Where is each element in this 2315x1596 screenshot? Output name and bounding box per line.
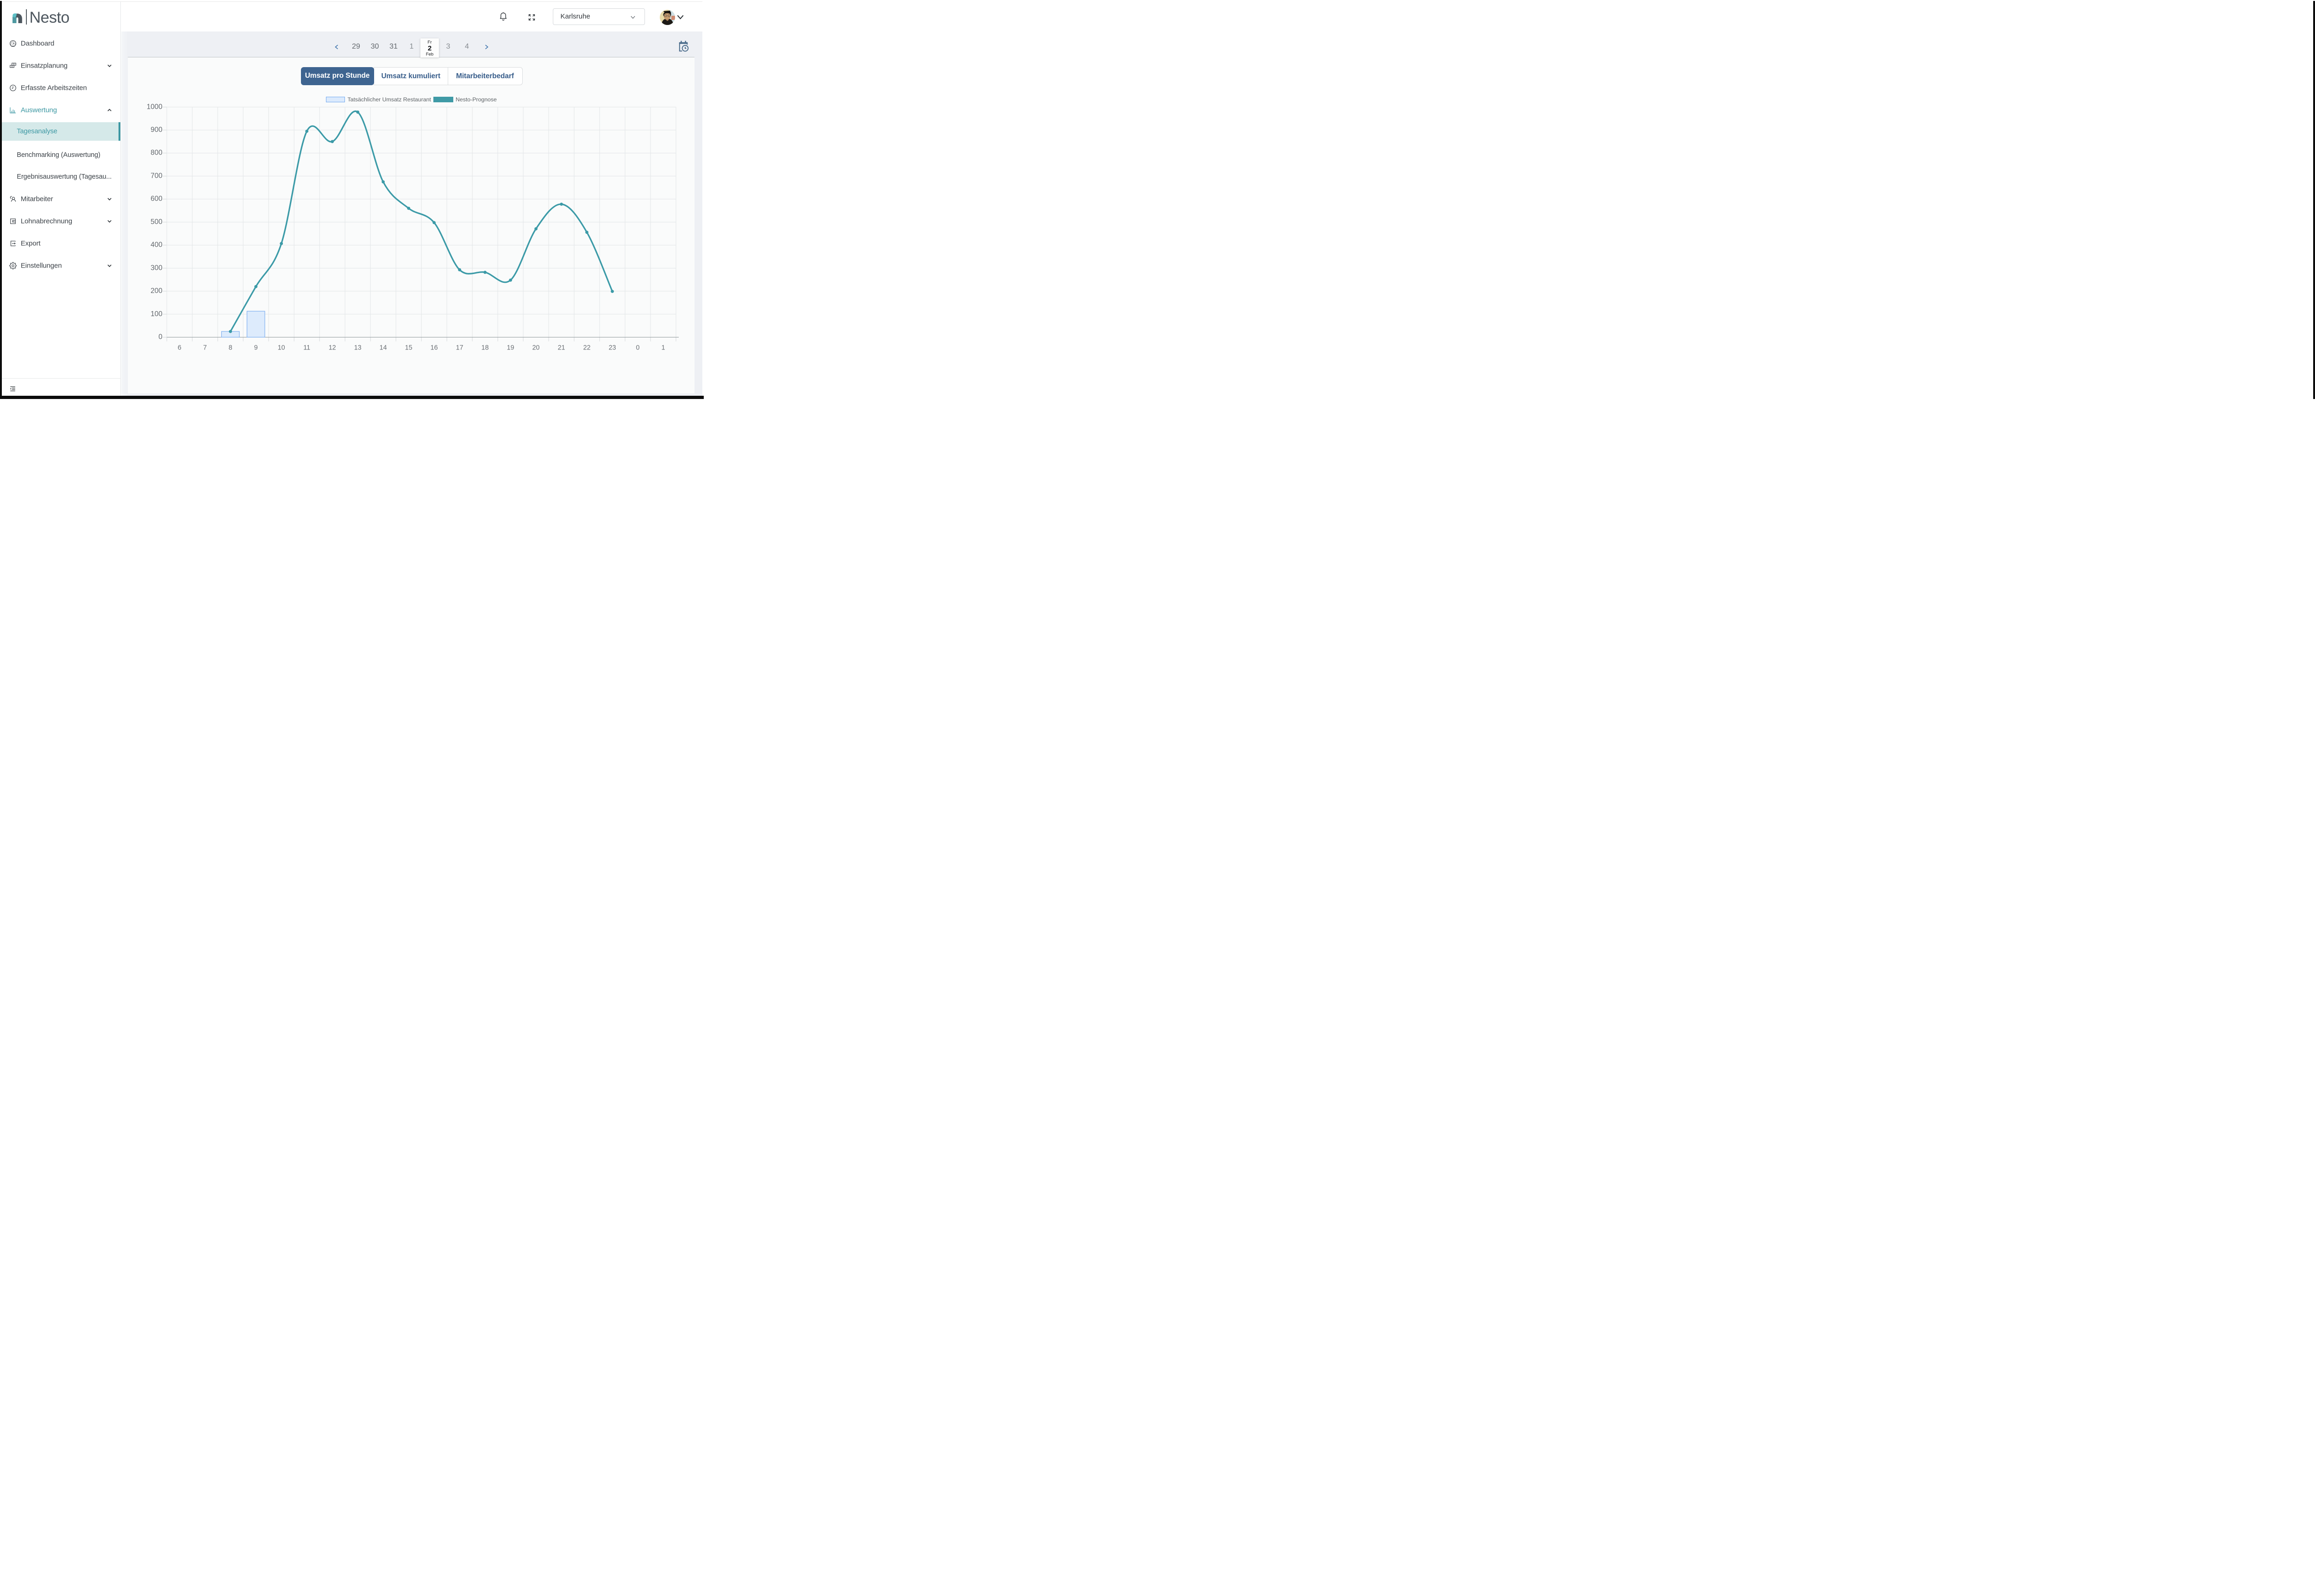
- svg-text:12: 12: [329, 344, 336, 351]
- svg-text:1000: 1000: [147, 103, 163, 111]
- svg-text:200: 200: [150, 287, 163, 295]
- svg-text:19: 19: [507, 344, 514, 351]
- svg-text:22: 22: [583, 344, 591, 351]
- svg-text:400: 400: [150, 241, 163, 249]
- svg-text:300: 300: [150, 264, 163, 272]
- svg-text:8: 8: [229, 344, 232, 351]
- svg-text:9: 9: [254, 344, 258, 351]
- svg-text:900: 900: [150, 126, 163, 134]
- svg-text:7: 7: [203, 344, 207, 351]
- svg-text:700: 700: [150, 172, 163, 180]
- svg-text:14: 14: [380, 344, 387, 351]
- svg-text:23: 23: [609, 344, 616, 351]
- svg-text:18: 18: [482, 344, 489, 351]
- svg-text:0: 0: [636, 344, 640, 351]
- svg-text:100: 100: [150, 310, 163, 318]
- svg-text:0: 0: [158, 333, 163, 341]
- svg-text:21: 21: [558, 344, 565, 351]
- svg-text:13: 13: [354, 344, 362, 351]
- svg-text:1: 1: [662, 344, 665, 351]
- svg-text:6: 6: [178, 344, 181, 351]
- svg-text:16: 16: [431, 344, 438, 351]
- svg-text:17: 17: [456, 344, 463, 351]
- svg-text:800: 800: [150, 149, 163, 156]
- svg-text:15: 15: [405, 344, 413, 351]
- svg-text:500: 500: [150, 218, 163, 226]
- svg-text:10: 10: [278, 344, 285, 351]
- svg-text:20: 20: [532, 344, 540, 351]
- svg-text:11: 11: [303, 344, 310, 351]
- svg-text:600: 600: [150, 195, 163, 203]
